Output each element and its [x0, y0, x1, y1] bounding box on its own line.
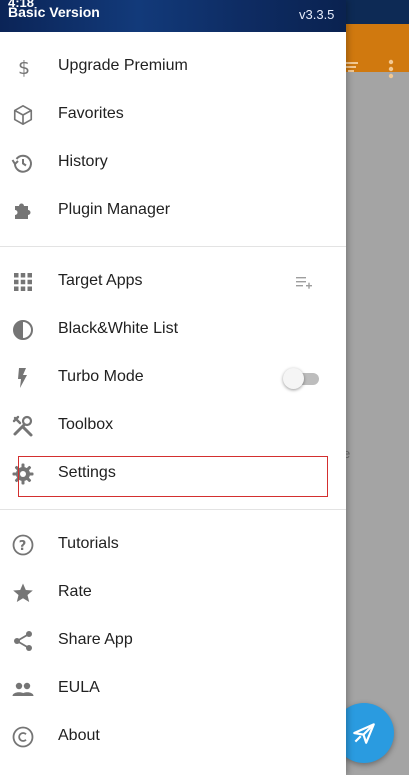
menu-divider: [0, 246, 346, 247]
help-icon: ?: [11, 533, 35, 557]
turbo-mode-switch[interactable]: [283, 367, 321, 389]
playlist-add-icon[interactable]: [295, 274, 313, 290]
contrast-icon: [11, 318, 35, 342]
people-icon: [11, 677, 35, 701]
share-icon: [11, 629, 35, 653]
grid-icon: [11, 270, 35, 294]
menu-item-favorites[interactable]: Favorites: [0, 91, 346, 139]
status-bar: 4:18: [0, 0, 409, 10]
menu-item-label: Plugin Manager: [58, 201, 171, 218]
menu-item-turbo-mode[interactable]: Turbo Mode: [0, 354, 346, 402]
cube-icon: [11, 103, 35, 127]
menu-item-label: Upgrade Premium: [58, 57, 188, 74]
screen: e Basic Version v3.3.5 $ Upgrade Premium: [0, 0, 409, 775]
menu-item-label: About: [58, 727, 100, 744]
menu-item-label: Favorites: [58, 105, 124, 122]
menu-item-upgrade-premium[interactable]: $ Upgrade Premium: [0, 43, 346, 91]
menu-item-label: Tutorials: [58, 535, 119, 552]
star-icon: [11, 581, 35, 605]
menu-item-label: Black&White List: [58, 320, 179, 337]
svg-text:$: $: [18, 57, 30, 79]
menu-item-share-app[interactable]: Share App: [0, 617, 346, 665]
tools-icon: [11, 414, 35, 438]
menu-item-history[interactable]: History: [0, 139, 346, 187]
puzzle-icon: [11, 199, 35, 223]
menu-item-target-apps[interactable]: Target Apps: [0, 258, 346, 306]
status-time: 4:18: [8, 0, 35, 10]
paper-plane-icon: [353, 723, 375, 744]
menu-item-black-white-list[interactable]: Black&White List: [0, 306, 346, 354]
menu-item-about[interactable]: About: [0, 713, 346, 761]
menu-item-label: Turbo Mode: [58, 368, 144, 385]
more-vert-icon[interactable]: [388, 59, 394, 79]
copyright-icon: [11, 725, 35, 749]
menu-item-tutorials[interactable]: ? Tutorials: [0, 521, 346, 569]
navigation-drawer: Basic Version v3.3.5 $ Upgrade Premium F…: [0, 0, 346, 775]
menu-item-label: History: [58, 153, 108, 170]
menu-item-label: EULA: [58, 679, 100, 696]
menu-item-label: Target Apps: [58, 272, 143, 289]
menu-item-rate[interactable]: Rate: [0, 569, 346, 617]
selection-highlight-box: [18, 456, 328, 497]
menu-item-label: Rate: [58, 583, 92, 600]
flash-icon: [11, 366, 35, 390]
drawer-menu: $ Upgrade Premium Favorites History Plug…: [0, 43, 346, 761]
switch-thumb: [283, 368, 304, 389]
menu-item-label: Toolbox: [58, 416, 114, 433]
menu-item-eula[interactable]: EULA: [0, 665, 346, 713]
menu-item-toolbox[interactable]: Toolbox: [0, 402, 346, 450]
svg-text:?: ?: [19, 539, 27, 554]
menu-item-plugin-manager[interactable]: Plugin Manager: [0, 187, 346, 235]
dollar-icon: $: [11, 55, 35, 79]
history-icon: [11, 151, 35, 175]
filter-icon[interactable]: [344, 60, 358, 74]
menu-divider: [0, 509, 346, 510]
menu-item-label: Share App: [58, 631, 133, 648]
